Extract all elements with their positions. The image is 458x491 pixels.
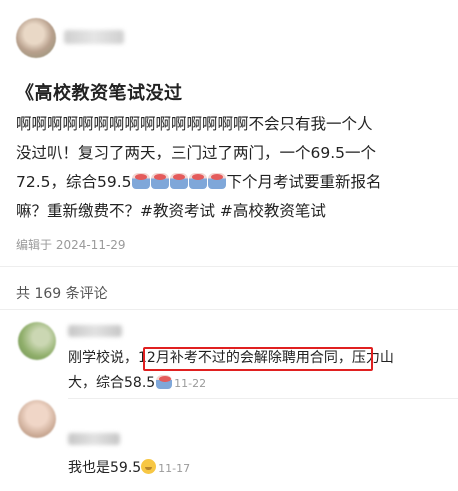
crying-face-emoji-icon — [208, 173, 227, 189]
comment-time: 11-17 — [158, 462, 191, 475]
comment-time: 11-22 — [174, 377, 207, 390]
post-body-text: 下个月考试要重新报名 — [226, 173, 382, 191]
author-avatar[interactable] — [16, 18, 56, 58]
divider — [0, 309, 458, 310]
post-body-line: 啊啊啊啊啊啊啊啊啊啊啊啊啊啊啊不会只有我一个人 — [16, 115, 373, 133]
post-body-line: 72.5，综合59.5 下个月考试要重新报名 — [16, 168, 446, 197]
commenter-avatar[interactable] — [18, 400, 56, 438]
comment-count: 共 169 条评论 — [16, 286, 108, 302]
author-name-blurred[interactable] — [64, 30, 124, 44]
divider — [0, 266, 458, 267]
commenter-name-blurred[interactable] — [68, 325, 122, 337]
post-body-line: 没过叭！复习了两天，三门过了两门，一个69.5一个 — [16, 144, 377, 162]
edited-timestamp: 编辑于 2024-11-29 — [16, 238, 126, 252]
post-body-text: 72.5，综合59.5 — [16, 173, 132, 191]
commenter-avatar[interactable] — [18, 322, 56, 360]
comment-text-part: 刚学校说， — [68, 350, 138, 366]
crying-face-emoji-icon — [189, 173, 208, 189]
comment-text-part: 我也是59.5 — [68, 460, 142, 476]
commenter-name-blurred[interactable] — [68, 433, 120, 445]
post-title: 《高校教资笔试没过 — [16, 83, 183, 104]
highlight-annotation-box — [143, 347, 373, 371]
crying-face-emoji-icon — [151, 173, 170, 189]
crying-face-emoji-icon — [170, 173, 189, 189]
post-body: 啊啊啊啊啊啊啊啊啊啊啊啊啊啊啊不会只有我一个人 没过叭！复习了两天，三门过了两门… — [16, 110, 446, 226]
divider — [68, 398, 458, 399]
crying-face-emoji-icon — [155, 375, 172, 389]
comment-text-part: 大，综合58.5 — [68, 375, 156, 391]
comment-text-line2: 大，综合58.5 11-22 — [68, 371, 206, 396]
crying-face-emoji-icon — [132, 173, 151, 189]
post-body-line: 嘛？重新缴费不？#教资考试 #高校教资笔试 — [16, 202, 326, 220]
comment-text: 我也是59.5 11-17 — [68, 456, 190, 481]
smiling-face-emoji-icon — [141, 459, 157, 474]
